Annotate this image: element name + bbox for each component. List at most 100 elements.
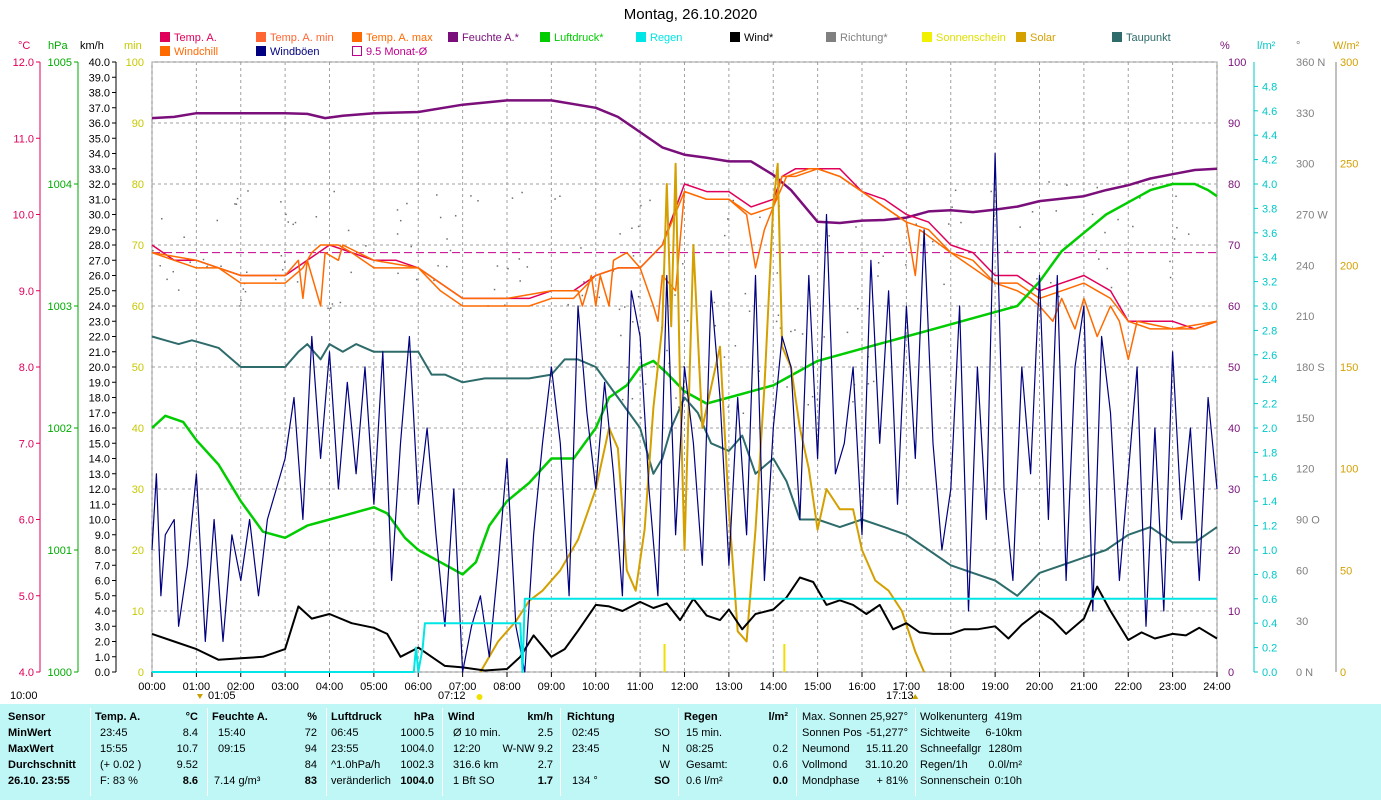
column-separator: [326, 708, 327, 796]
direction-dot: [649, 199, 651, 202]
wind-axis-label: 25.0: [89, 286, 110, 298]
direction-dot: [396, 209, 399, 211]
stat-header: Wind: [448, 711, 475, 723]
rain-axis-label: 4.6: [1262, 106, 1277, 118]
stat-cell: N: [662, 743, 670, 755]
direction-dot: [410, 245, 412, 248]
wind-axis-label: 36.0: [89, 118, 110, 130]
humidity-axis-label: 60: [1228, 301, 1240, 313]
rain-axis-label: 1.4: [1262, 496, 1277, 508]
direction-dot: [801, 333, 804, 335]
direction-dot: [644, 383, 647, 385]
x-tick-label: 08:00: [493, 681, 521, 693]
stat-cell: 2.7: [537, 759, 553, 771]
direction-dot: [1048, 181, 1050, 183]
direction-dot: [347, 229, 350, 232]
solar-axis-label: 150: [1340, 362, 1358, 374]
stat-cell: SO: [654, 727, 670, 739]
wind-axis-label: 1.0: [95, 652, 110, 664]
direction-dot: [807, 403, 810, 406]
x-tick-label: 11:00: [627, 681, 654, 693]
stat-header: km/h: [527, 711, 553, 723]
direction-dot: [653, 365, 655, 368]
direction-dot: [960, 221, 962, 224]
direction-dot: [446, 265, 448, 268]
direction-dot: [287, 221, 290, 223]
rain-axis-label: 0.6: [1262, 594, 1277, 606]
temp-axis-label: 5.0: [19, 591, 34, 603]
temp-axis-label: 4.0: [19, 667, 34, 679]
direction-axis-label: 300: [1296, 159, 1314, 171]
direction-dot: [744, 292, 747, 295]
x-tick-label: 05:00: [360, 681, 388, 693]
direction-dot: [240, 299, 242, 302]
rain-axis-label: 2.2: [1262, 399, 1277, 411]
rain-axis-label: 2.0: [1262, 423, 1277, 435]
pressure-axis-label: 1004: [48, 179, 72, 191]
stat-cell: 83: [304, 775, 317, 787]
column-separator: [442, 708, 443, 796]
stat-cell: 1002.3: [400, 759, 434, 771]
direction-dot: [626, 366, 629, 369]
sun-axis-label: 70: [132, 240, 144, 252]
direction-dot: [631, 397, 634, 400]
direction-dot: [1058, 295, 1060, 298]
wind-axis-label: 23.0: [89, 316, 110, 328]
direction-dot: [1050, 281, 1052, 284]
stat-cell: W: [659, 759, 670, 771]
stat-cell: W-NW 9.2: [502, 743, 553, 755]
direction-dot: [511, 197, 514, 199]
wind-axis-label: 35.0: [89, 133, 110, 145]
direction-dot: [951, 206, 953, 208]
moonset-label: 01:05: [208, 690, 236, 702]
rain-axis-label: 0.8: [1262, 569, 1277, 581]
direction-dot: [202, 258, 205, 261]
direction-dot: [580, 247, 582, 249]
solar-axis-label: 250: [1340, 159, 1358, 171]
direction-dot: [1169, 276, 1172, 279]
direction-dot: [235, 203, 238, 205]
direction-dot: [1152, 184, 1154, 186]
direction-dot: [1098, 258, 1100, 260]
sun-axis-label: 80: [132, 179, 144, 191]
direction-dot: [637, 225, 640, 228]
rain-axis-label: 2.8: [1262, 325, 1277, 337]
humidity-axis-label: 10: [1228, 606, 1240, 618]
temp-axis-label: 7.0: [19, 438, 34, 450]
direction-dot: [816, 398, 819, 401]
stat-cell: 0.0l/m²: [988, 759, 1022, 771]
direction-dot: [846, 331, 849, 334]
rain-axis-label: 1.6: [1262, 472, 1277, 484]
direction-dot: [331, 303, 334, 305]
direction-dot: [559, 195, 561, 197]
stat-cell: 2.5: [537, 727, 553, 739]
direction-dot: [1066, 184, 1068, 186]
wind-axis-label: 8.0: [95, 545, 110, 557]
statistics-panel: Sensor MinWert MaxWert Durchschnitt 26.10. 2…: [0, 704, 1381, 800]
stat-cell: 8.6: [182, 775, 198, 787]
wind-axis-label: 7.0: [95, 560, 110, 572]
direction-dot: [867, 383, 870, 385]
wind-axis-label: 21.0: [89, 347, 110, 359]
x-tick-label: 03:00: [271, 681, 299, 693]
direction-dot: [1036, 278, 1038, 280]
stat-header: %: [307, 711, 317, 723]
direction-dot: [954, 189, 957, 192]
rain-axis-label: 1.2: [1262, 521, 1277, 533]
rain-axis-label: 2.4: [1262, 374, 1277, 386]
direction-axis-label: 240: [1296, 260, 1314, 272]
direction-dot: [1096, 186, 1099, 189]
direction-dot: [776, 272, 779, 274]
weather-chart: 00:00 01:00 02:00 03:00 04:00 05:00 06:00 07:00…: [13, 57, 1358, 700]
direction-dot: [877, 275, 879, 277]
wind-axis-label: 18.0: [89, 393, 110, 405]
direction-dot: [1095, 249, 1098, 252]
direction-dot: [416, 278, 418, 281]
humidity-axis-label: 70: [1228, 240, 1240, 252]
stat-header: hPa: [413, 711, 434, 723]
direction-dot: [1175, 195, 1177, 198]
direction-dot: [1006, 250, 1009, 252]
rain-axis-label: 3.2: [1262, 277, 1277, 289]
x-tick-label: 21:00: [1070, 681, 1098, 693]
direction-dot: [216, 219, 219, 222]
